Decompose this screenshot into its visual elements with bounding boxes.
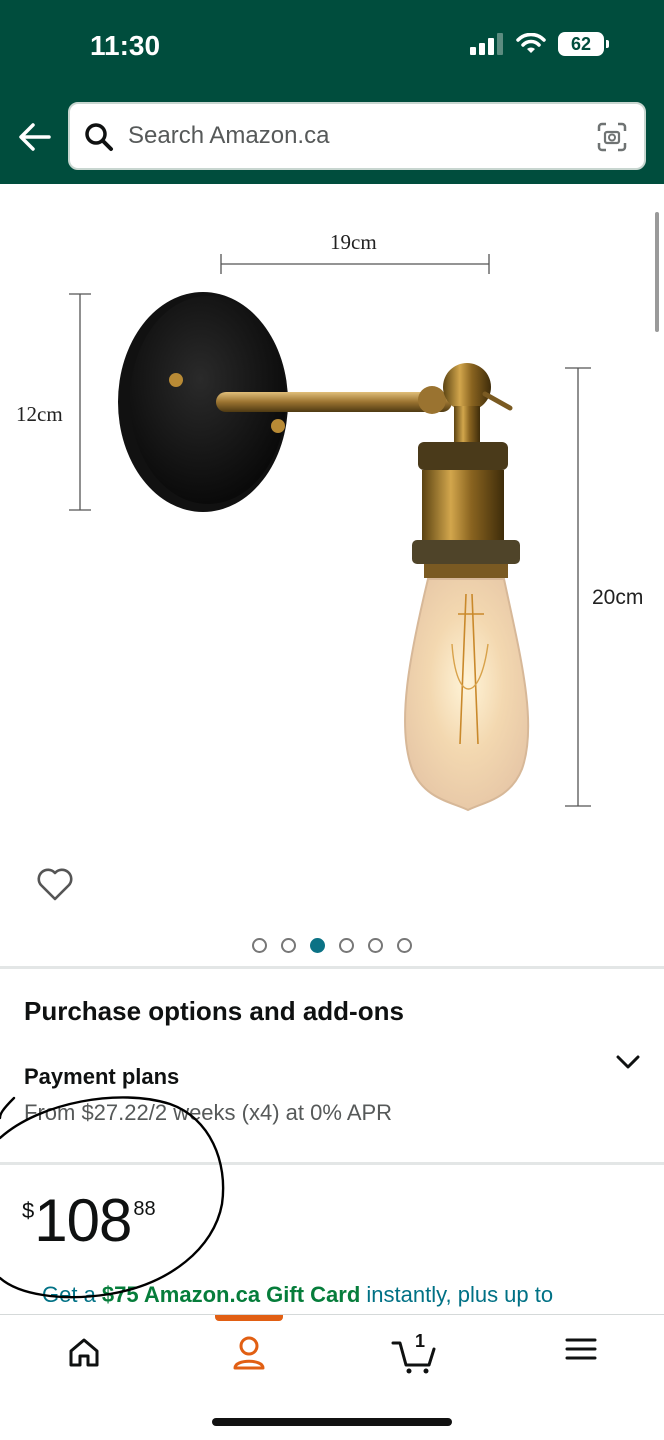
section-divider [0, 1162, 664, 1165]
home-indicator[interactable] [212, 1418, 452, 1426]
menu-icon [565, 1338, 597, 1360]
promo-suffix: instantly, plus up to [360, 1282, 554, 1307]
carousel-dots[interactable] [0, 938, 664, 953]
nav-account[interactable] [219, 1335, 279, 1375]
dimension-label-height-left: 12cm [16, 402, 63, 426]
price: $ 108 88 [22, 1190, 156, 1252]
search-input[interactable] [128, 104, 588, 168]
section-divider [0, 966, 664, 969]
wifi-icon [516, 33, 546, 53]
battery-icon: 62 [558, 32, 609, 56]
signal-icon [470, 33, 503, 55]
price-whole: 108 [34, 1187, 132, 1254]
price-fraction: 88 [133, 1198, 156, 1220]
product-image[interactable] [0, 184, 664, 966]
product-image-area[interactable]: 19cm 12cm 20cm [0, 184, 664, 966]
search-icon [85, 123, 113, 151]
carousel-dot[interactable] [397, 938, 412, 953]
nav-active-indicator [215, 1315, 283, 1321]
account-icon [233, 1336, 265, 1370]
carousel-dot[interactable] [281, 938, 296, 953]
dimension-label-height-right: 20cm [592, 586, 644, 609]
price-currency: $ [22, 1198, 35, 1223]
chevron-down-icon[interactable] [614, 1050, 642, 1074]
arrow-left-icon[interactable] [16, 118, 54, 156]
status-icons: 62 [470, 32, 609, 56]
cart-count: 1 [415, 1331, 426, 1351]
payment-plans-title[interactable]: Payment plans [24, 1064, 179, 1090]
dimension-label-width: 19cm [330, 230, 377, 254]
home-icon [69, 1338, 99, 1367]
camera-scan-icon[interactable] [596, 121, 628, 153]
payment-plans-subtitle[interactable]: From $27.22/2 weeks (x4) at 0% APR [24, 1100, 392, 1126]
status-time: 11:30 [90, 30, 161, 61]
nav-home[interactable] [54, 1335, 114, 1375]
nav-cart[interactable]: 1 [384, 1331, 444, 1375]
search-bar[interactable] [68, 102, 646, 170]
gift-card-promo[interactable]: Get a $75 Amazon.ca Gift Card instantly,… [42, 1282, 553, 1308]
heart-icon[interactable] [36, 866, 74, 902]
battery-level: 62 [570, 33, 592, 54]
carousel-dot[interactable] [368, 938, 383, 953]
carousel-dot[interactable] [252, 938, 267, 953]
carousel-dot[interactable] [339, 938, 354, 953]
nav-menu[interactable] [551, 1335, 611, 1375]
carousel-dot-active[interactable] [310, 938, 325, 953]
promo-prefix: Get a [42, 1282, 102, 1307]
app-header: 11:30 62 [0, 0, 664, 184]
purchase-options-title: Purchase options and add-ons [24, 996, 404, 1026]
image-scrollbar[interactable] [655, 212, 659, 332]
promo-highlight[interactable]: $75 Amazon.ca Gift Card [102, 1282, 360, 1307]
cart-icon [391, 1341, 436, 1374]
